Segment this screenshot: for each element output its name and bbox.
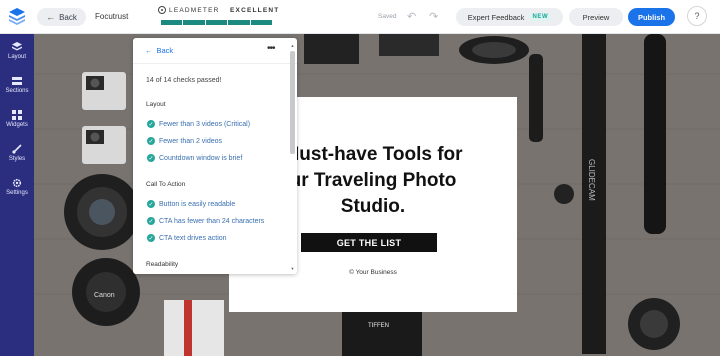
arrow-left-icon: ← xyxy=(145,46,153,55)
widgets-icon xyxy=(12,110,22,120)
check-circle-icon: ✓ xyxy=(147,217,155,225)
check-circle-icon: ✓ xyxy=(147,234,155,242)
leadmeter-segment xyxy=(183,20,205,25)
check-circle-icon: ✓ xyxy=(147,154,155,162)
sidebar-item-settings[interactable]: Settings xyxy=(0,178,34,196)
arrow-left-icon: ← xyxy=(46,12,56,22)
section-title-readability: Readability xyxy=(146,261,179,268)
divider xyxy=(133,63,297,64)
leadmeter-label: LEADMETER xyxy=(169,6,220,14)
more-options-icon[interactable]: ••• xyxy=(267,43,275,54)
check-circle-icon: ✓ xyxy=(147,200,155,208)
check-label: Fewer than 2 videos xyxy=(159,137,223,145)
check-item[interactable]: ✓ Fewer than 3 videos (Critical) xyxy=(147,120,250,128)
sidebar-item-sections[interactable]: Sections xyxy=(0,76,34,94)
back-label: Back xyxy=(59,12,77,22)
scroll-thumb[interactable] xyxy=(290,51,295,154)
sidebar-item-label: Widgets xyxy=(6,122,28,128)
left-sidebar: Layout Sections Widgets Styles Settings xyxy=(0,34,34,356)
app-logo-icon[interactable] xyxy=(8,7,26,25)
page-title: Focutrust xyxy=(95,12,129,21)
expert-feedback-button[interactable]: Expert Feedback NEW xyxy=(456,8,563,26)
checks-summary: 14 of 14 checks passed! xyxy=(146,77,222,84)
sidebar-item-label: Sections xyxy=(5,88,29,94)
brush-icon xyxy=(12,144,22,154)
svg-text:Canon: Canon xyxy=(94,292,115,299)
scroll-down-icon[interactable]: ▼ xyxy=(290,266,295,271)
svg-text:TIFFEN: TIFFEN xyxy=(368,323,389,329)
undo-icon[interactable]: ↶ xyxy=(407,10,416,23)
check-circle-icon: ✓ xyxy=(147,120,155,128)
check-item[interactable]: ✓ Fewer than 2 videos xyxy=(147,137,222,145)
save-status: Saved xyxy=(378,13,397,20)
sidebar-item-label: Layout xyxy=(7,54,26,60)
sidebar-item-styles[interactable]: Styles xyxy=(0,144,34,162)
leadmeter-status: EXCELLENT xyxy=(230,7,280,14)
sidebar-item-label: Styles xyxy=(8,156,26,162)
publish-button[interactable]: Publish xyxy=(628,8,675,26)
leadmeter-segment xyxy=(161,20,183,25)
check-item[interactable]: ✓ CTA has fewer than 24 characters xyxy=(147,217,264,225)
check-label: Countdown window is brief xyxy=(159,154,243,162)
section-title-cta: Call To Action xyxy=(146,181,186,188)
section-title-layout: Layout xyxy=(146,101,166,108)
scroll-up-icon[interactable]: ▲ xyxy=(290,43,295,48)
panel-scrollbar[interactable]: ▲ ▼ xyxy=(290,43,295,271)
leadmeter-segment xyxy=(250,20,273,25)
check-circle-icon: ✓ xyxy=(147,137,155,145)
leadmeter-icon xyxy=(158,6,166,14)
help-button[interactable]: ? xyxy=(687,6,707,26)
sidebar-item-widgets[interactable]: Widgets xyxy=(0,110,34,128)
leadmeter[interactable]: LEADMETER EXCELLENT xyxy=(158,6,278,28)
leadmeter-segment xyxy=(205,20,228,25)
redo-icon[interactable]: ↷ xyxy=(429,10,438,23)
new-badge: NEW xyxy=(529,13,552,21)
check-item[interactable]: ✓ Button is easily readable xyxy=(147,200,235,208)
leadmeter-brand: LEADMETER xyxy=(158,6,220,14)
expert-feedback-label: Expert Feedback xyxy=(467,12,525,22)
gear-icon xyxy=(12,178,22,188)
back-button[interactable]: ← Back xyxy=(37,8,86,26)
check-label: CTA has fewer than 24 characters xyxy=(159,217,265,225)
check-item[interactable]: ✓ CTA text drives action xyxy=(147,234,227,242)
sidebar-item-layout[interactable]: Layout xyxy=(0,42,34,60)
check-label: CTA text drives action xyxy=(159,234,227,242)
check-label: Fewer than 3 videos (Critical) xyxy=(159,120,251,128)
check-label: Button is easily readable xyxy=(159,200,236,208)
sections-icon xyxy=(12,77,22,85)
panel-back-label: Back xyxy=(156,46,174,55)
layers-icon xyxy=(12,42,22,51)
panel-back-button[interactable]: ← Back xyxy=(145,46,173,55)
top-toolbar: ← Back Focutrust LEADMETER EXCELLENT Sav… xyxy=(0,0,720,34)
svg-text:GLIDECAM: GLIDECAM xyxy=(587,159,596,201)
check-item[interactable]: ✓ Countdown window is brief xyxy=(147,154,242,162)
sidebar-item-label: Settings xyxy=(6,190,28,196)
cta-button[interactable]: GET THE LIST xyxy=(301,233,437,252)
preview-button[interactable]: Preview xyxy=(569,8,623,26)
leadmeter-checks-panel: ← Back ••• 14 of 14 checks passed! Layou… xyxy=(133,38,297,274)
leadmeter-bar xyxy=(161,20,273,25)
leadmeter-segment xyxy=(228,20,250,25)
